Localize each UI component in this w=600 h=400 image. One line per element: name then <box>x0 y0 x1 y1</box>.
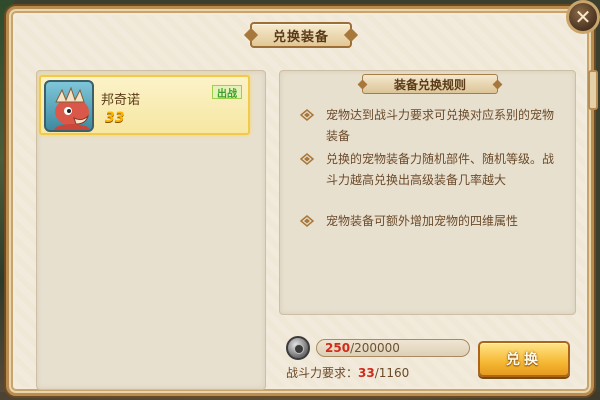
rules-title: 装备兑换规则 <box>393 77 466 92</box>
rule-item: 宠物装备可额外增加宠物的四维属性 <box>300 211 565 232</box>
power-required: 1160 <box>378 366 410 380</box>
rules-header: 装备兑换规则 <box>362 74 498 94</box>
pet-name: 邦奇诺 <box>101 93 141 108</box>
coin-icon <box>286 336 310 360</box>
rules-panel: 装备兑换规则 宠物达到战斗力要求可兑换对应系别的宠物装备 兑换的宠物装备力随机部… <box>279 70 576 315</box>
power-label: 战斗力要求： <box>286 366 359 380</box>
power-current: 33 <box>358 366 375 380</box>
rule-bullet-icon <box>300 153 314 165</box>
rule-bullet-icon <box>300 215 314 227</box>
pet-list-panel: 邦奇诺 33 出战 <box>36 70 266 390</box>
pet-level: 33 <box>105 110 125 126</box>
dialog-title: 兑换装备 <box>272 29 329 45</box>
cost-required: 200000 <box>354 341 400 355</box>
rule-item: 宠物达到战斗力要求可兑换对应系别的宠物装备 <box>300 105 565 147</box>
dialog-title-tab: 兑换装备 <box>250 22 352 48</box>
pet-status-badge: 出战 <box>212 85 242 100</box>
rule-text: 宠物装备可额外增加宠物的四维属性 <box>326 214 519 228</box>
pet-list-item[interactable]: 邦奇诺 33 出战 <box>39 75 250 135</box>
close-icon: ✕ <box>574 5 592 29</box>
side-tab-handle <box>588 70 598 110</box>
rule-text: 宠物达到战斗力要求可兑换对应系别的宠物装备 <box>326 108 555 143</box>
cost-current: 250 <box>325 341 351 355</box>
rule-item: 兑换的宠物装备力随机部件、随机等级。战斗力越高兑换出高级装备几率越大 <box>300 149 565 191</box>
rule-bullet-icon <box>300 109 314 121</box>
pet-portrait-image <box>44 80 94 132</box>
close-button[interactable]: ✕ <box>566 0 600 34</box>
exchange-button[interactable]: 兑换 <box>478 341 570 377</box>
power-requirement: 战斗力要求：33/1160 <box>286 364 409 381</box>
cost-display: 250/200000 <box>316 339 470 357</box>
rule-text: 兑换的宠物装备力随机部件、随机等级。战斗力越高兑换出高级装备几率越大 <box>326 152 555 187</box>
